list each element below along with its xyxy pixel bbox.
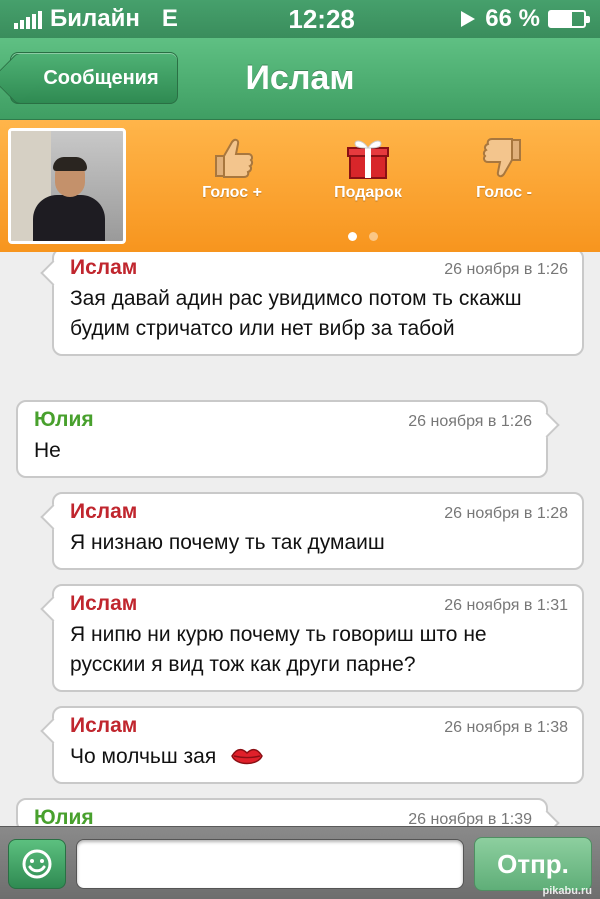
message-bubble: Ислам 26 ноября в 1:26 Зая давай адин ра… — [52, 252, 584, 356]
message-bubble: Ислам 26 ноября в 1:38 Чо молчьш зая — [52, 706, 584, 784]
message-author: Ислам — [70, 714, 138, 737]
vote-up-button[interactable]: Голос + — [172, 136, 292, 202]
message-text: Я нипю ни курю почему ть говориш што не … — [70, 623, 487, 676]
message-author: Юлия — [34, 806, 94, 826]
send-button[interactable]: Отпр. — [474, 837, 592, 891]
location-arrow-icon — [461, 11, 476, 27]
message-time: 26 ноября в 1:26 — [408, 413, 532, 430]
message-input[interactable] — [76, 839, 464, 889]
conversation-title: Ислам — [245, 59, 355, 97]
message-time: 26 ноября в 1:39 — [408, 811, 532, 826]
message-author: Ислам — [70, 592, 138, 615]
watermark: pikabu.ru — [542, 885, 592, 897]
avatar[interactable] — [8, 128, 126, 244]
kiss-lips-icon — [231, 749, 263, 765]
message-bubble: Ислам 26 ноября в 1:28 Я низнаю почему т… — [52, 492, 584, 570]
message-bubble: Ислам 26 ноября в 1:31 Я нипю ни курю по… — [52, 584, 584, 692]
gift-icon — [347, 140, 389, 179]
emoji-button[interactable] — [8, 839, 66, 889]
battery-percent: 66 % — [485, 5, 540, 32]
page-dot[interactable] — [369, 232, 378, 241]
message-author: Ислам — [70, 256, 138, 279]
vote-down-button[interactable]: Голос - — [444, 136, 564, 202]
message-time: 26 ноября в 1:26 — [444, 261, 568, 278]
signal-icon — [14, 9, 42, 29]
message-bubble: Юлия 26 ноября в 1:39 — [16, 798, 548, 826]
message-list[interactable]: Ислам 26 ноября в 1:26 Зая давай адин ра… — [0, 252, 600, 826]
battery-icon — [548, 10, 590, 28]
status-bar: Билайн E 12:28 66 % — [0, 0, 600, 38]
page-indicator — [348, 232, 378, 241]
clock: 12:28 — [288, 3, 355, 34]
message-time: 26 ноября в 1:28 — [444, 505, 568, 522]
network-type: E — [161, 5, 178, 32]
message-time: 26 ноября в 1:31 — [444, 597, 568, 614]
thumbs-down-icon — [482, 138, 521, 178]
message-text: Я низнаю почему ть так думаиш — [70, 531, 385, 554]
profile-bar: Голос + Подарок Голос - — [0, 120, 600, 252]
back-button-label: Сообщения — [43, 66, 159, 89]
smiley-icon — [22, 849, 52, 879]
message-text: Не — [34, 439, 61, 462]
vote-up-label: Голос + — [202, 184, 262, 201]
compose-bar: Отпр. pikabu.ru — [0, 826, 600, 899]
vote-down-label: Голос - — [476, 184, 532, 201]
message-author: Ислам — [70, 500, 138, 523]
message-text: Зая давай адин рас увидимсо потом ть ска… — [70, 287, 522, 340]
gift-button[interactable]: Подарок — [308, 136, 428, 202]
message-bubble: Юлия 26 ноября в 1:26 Не — [16, 400, 548, 478]
carrier-name: Билайн — [50, 5, 140, 32]
back-button[interactable]: Сообщения — [10, 52, 178, 104]
message-time: 26 ноября в 1:38 — [444, 719, 568, 736]
message-text: Чо молчьш зая — [70, 745, 217, 768]
thumbs-up-icon — [215, 138, 254, 178]
gift-label: Подарок — [334, 184, 402, 201]
message-author: Юлия — [34, 408, 94, 431]
nav-bar: Сообщения Ислам — [0, 38, 600, 120]
page-dot[interactable] — [348, 232, 357, 241]
